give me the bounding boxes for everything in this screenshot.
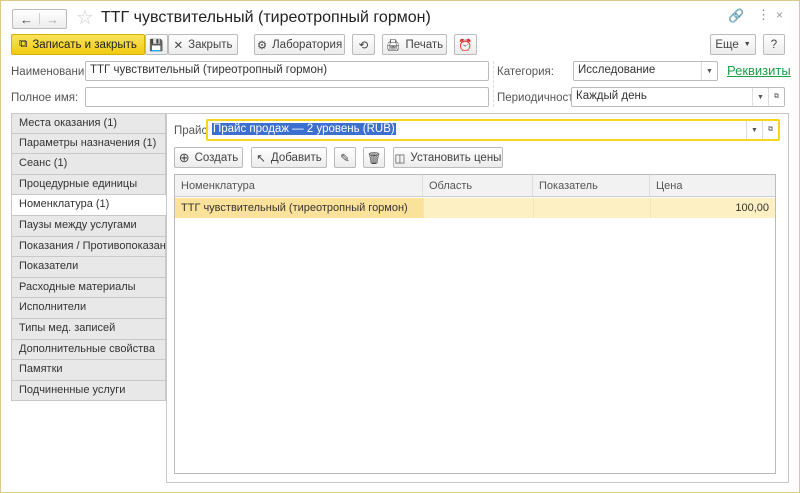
tab-item[interactable]: Процедурные единицы [11, 174, 166, 196]
chevron-down-icon: ▼ [743, 41, 751, 48]
tab-item[interactable]: Сеанс (1) [11, 154, 166, 175]
name-input[interactable]: ТТГ чувствительный (тиреотропный гормон) [85, 61, 489, 81]
set-prices-button[interactable]: ◫ Установить цены [393, 147, 503, 168]
column-header[interactable]: Номенклатура [175, 175, 423, 197]
tab-item[interactable]: Номенклатура (1) [11, 195, 166, 216]
cursor-icon: ↖ [256, 152, 266, 165]
x-icon: ✕ [173, 39, 184, 52]
tab-item[interactable]: Дополнительные свойства [11, 339, 166, 361]
more-vertical-icon[interactable]: ⋮ [757, 7, 770, 23]
divider [493, 61, 494, 107]
window: ← | → ☆ ТТГ чувствительный (тиреотропный… [0, 0, 800, 493]
cell-area [423, 198, 533, 218]
tab-item[interactable]: Места оказания (1) [11, 113, 166, 134]
column-header[interactable]: Область [423, 175, 533, 197]
tab-item[interactable]: Памятки [11, 360, 166, 381]
save-and-close-button[interactable]: ⧉ Записать и закрыть [11, 34, 145, 55]
window-title: ТТГ чувствительный (тиреотропный гормон) [101, 9, 431, 26]
trash-icon: 🗑 [366, 152, 382, 165]
tab-item[interactable]: Паузы между услугами [11, 215, 166, 237]
cell-nomenclature: ТТГ чувствительный (тиреотропный гормон) [175, 198, 423, 218]
delete-button[interactable]: 🗑 [363, 147, 385, 168]
dropdown-icon[interactable]: ▼ [746, 121, 762, 139]
table-row[interactable]: ТТГ чувствительный (тиреотропный гормон)… [175, 198, 775, 218]
printer-icon: 🖨 [385, 39, 401, 52]
price-label: Прайс: [174, 125, 211, 137]
pencil-icon: ✎ [340, 152, 350, 165]
requisites-link[interactable]: Реквизиты [727, 63, 791, 78]
back-icon[interactable]: ← [20, 12, 33, 27]
tab-item[interactable]: Типы мед. записей [11, 318, 166, 340]
cell-price: 100,00 [650, 198, 775, 218]
reminder-button[interactable]: ⏰ [454, 34, 477, 55]
tab-item[interactable]: Подчиненные услуги [11, 380, 166, 402]
forward-icon[interactable]: → [46, 12, 59, 27]
close-button[interactable]: ✕ Закрыть [168, 34, 238, 55]
column-header[interactable]: Цена [650, 175, 775, 197]
link-icon[interactable]: 🔗 [728, 8, 744, 24]
open-icon[interactable]: ⧉ [762, 121, 778, 139]
price-tag-icon: ◫ [394, 152, 406, 165]
dropdown-icon[interactable]: ▼ [701, 62, 717, 80]
help-button[interactable]: ? [763, 34, 785, 55]
cell-indicator [533, 198, 650, 218]
laboratory-button[interactable]: ⚙ Лаборатория [254, 34, 345, 55]
name-label: Наименование: [11, 66, 94, 78]
save-button[interactable]: 💾 [145, 34, 168, 55]
column-header[interactable]: Показатель [533, 175, 650, 197]
print-button[interactable]: 🖨 Печать [382, 34, 447, 55]
tab-item[interactable]: Исполнители [11, 298, 166, 319]
fullname-label: Полное имя: [11, 92, 79, 104]
periodicity-select[interactable]: Каждый день ▼ ⧉ [571, 87, 785, 107]
alarm-clock-icon: ⏰ [458, 39, 473, 52]
more-button[interactable]: Еще ▼ [710, 34, 756, 55]
floppy-icon: 💾 [149, 39, 164, 52]
section-tabs: Места оказания (1) Параметры назначения (… [11, 113, 178, 402]
plus-circle-icon: ⊕ [178, 149, 190, 165]
save-close-icon: ⧉ [19, 38, 28, 50]
dropdown-icon[interactable]: ▼ [752, 88, 768, 106]
nomenclature-table: Номенклатура Область Показатель Цена ТТГ… [174, 174, 776, 474]
tab-item[interactable]: Показания / Противопоказания [11, 236, 178, 258]
history-button[interactable]: ⟲ [352, 34, 375, 55]
edit-button[interactable]: ✎ [334, 147, 356, 168]
close-window-icon[interactable]: × [776, 8, 783, 22]
category-select[interactable]: Исследование ▼ [573, 61, 718, 81]
periodicity-label: Периодичность: [497, 92, 583, 104]
tab-item[interactable]: Расходные материалы [11, 277, 166, 299]
fullname-input[interactable] [85, 87, 489, 107]
favorite-star-icon[interactable]: ☆ [76, 5, 94, 30]
tab-item[interactable]: Показатели [11, 257, 166, 278]
history-icon: ⟲ [358, 39, 369, 52]
open-icon[interactable]: ⧉ [768, 88, 784, 106]
create-button[interactable]: ⊕ Создать [174, 147, 243, 168]
tab-item[interactable]: Параметры назначения (1) [11, 133, 166, 155]
nav-buttons: ← | → [12, 9, 67, 29]
gear-icon: ⚙ [256, 39, 268, 52]
add-button[interactable]: ↖ Добавить [251, 147, 327, 168]
category-label: Категория: [497, 66, 554, 78]
price-select[interactable]: Прайс продаж — 2 уровень (RUB) ▼ ⧉ [206, 119, 780, 141]
